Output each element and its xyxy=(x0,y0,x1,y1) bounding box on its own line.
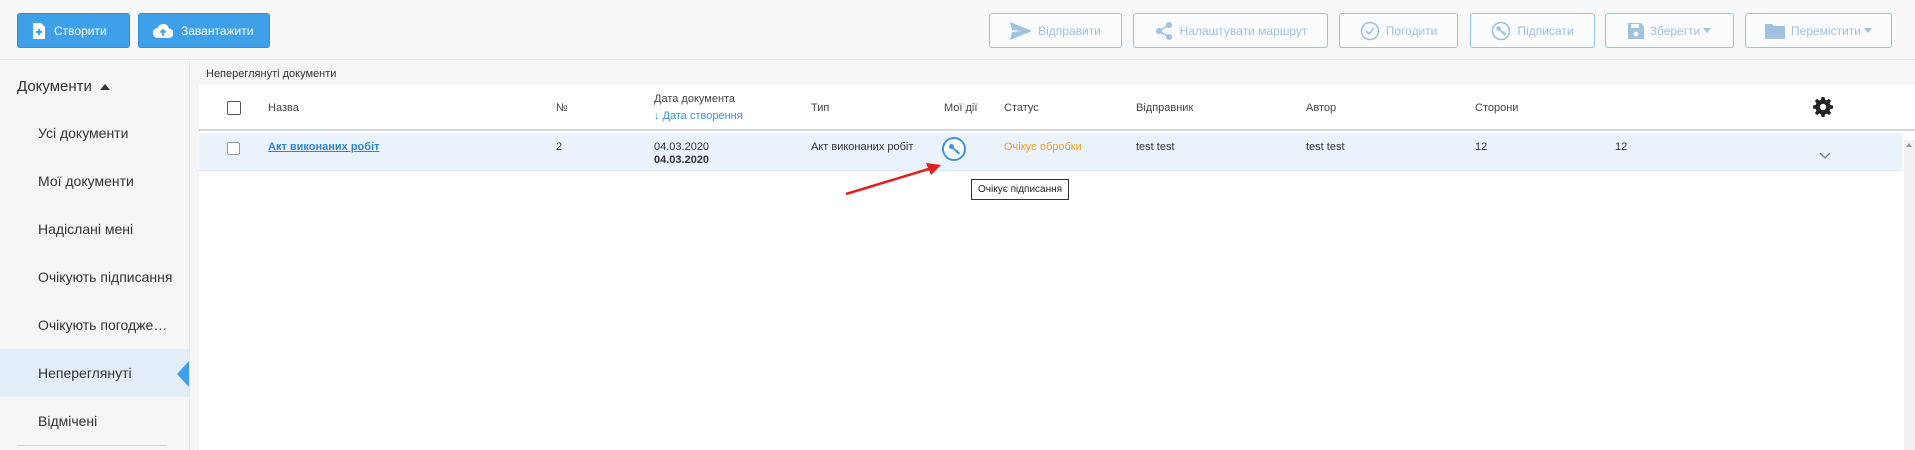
upload-button[interactable]: Завантажити xyxy=(138,13,270,48)
create-button[interactable]: Створити xyxy=(17,13,130,48)
check-circle-icon xyxy=(1360,21,1379,40)
sidebar-divider xyxy=(17,445,167,446)
vertical-scrollbar[interactable] xyxy=(1904,140,1915,450)
scroll-up-icon[interactable] xyxy=(1906,143,1912,147)
gear-icon[interactable] xyxy=(1813,97,1833,117)
sidebar: Документи Усі документи Мої документи На… xyxy=(0,61,190,450)
column-doc-date[interactable]: Дата документа xyxy=(654,93,735,105)
column-number[interactable]: № xyxy=(556,102,568,114)
upload-button-label: Завантажити xyxy=(181,23,254,38)
send-icon xyxy=(1010,21,1033,40)
sidebar-item-all-documents[interactable]: Усі документи xyxy=(0,109,189,157)
caret-up-icon xyxy=(99,83,110,90)
column-name[interactable]: Назва xyxy=(268,102,299,114)
sign-button[interactable]: Підписати xyxy=(1470,13,1595,48)
approve-button-label: Погодити xyxy=(1385,23,1438,38)
column-my-actions[interactable]: Мої дії xyxy=(944,102,977,114)
row-checkbox[interactable] xyxy=(227,142,240,155)
move-button[interactable]: Перемістити xyxy=(1745,13,1892,48)
column-author[interactable]: Автор xyxy=(1306,102,1336,114)
share-icon xyxy=(1155,21,1172,40)
sidebar-item-marked[interactable]: Відмічені xyxy=(0,397,189,445)
main-content: Непереглянуті документи Назва № Дата док… xyxy=(191,61,1915,450)
send-button[interactable]: Відправити xyxy=(989,13,1122,48)
sidebar-item-label: Очікують підписання xyxy=(38,269,173,285)
sidebar-item-awaiting-signature[interactable]: Очікують підписання xyxy=(0,253,189,301)
created-date: 04.03.2020 xyxy=(654,154,710,166)
sidebar-item-label: Очікують погодження xyxy=(38,317,173,333)
select-all-checkbox[interactable] xyxy=(227,101,241,115)
tooltip: Очікує підписання xyxy=(971,179,1070,200)
document-name-link[interactable]: Акт виконаних робіт xyxy=(268,141,380,153)
route-button-label: Налаштувати маршрут xyxy=(1179,23,1308,38)
create-button-label: Створити xyxy=(54,23,107,38)
column-status[interactable]: Статус xyxy=(1004,102,1039,114)
column-parties[interactable]: Сторони xyxy=(1475,102,1518,114)
save-icon xyxy=(1627,22,1644,39)
column-created-date[interactable]: ↓ Дата створення xyxy=(654,110,743,122)
column-type[interactable]: Тип xyxy=(811,102,829,114)
sidebar-item-my-documents[interactable]: Мої документи xyxy=(0,157,189,205)
folder-icon xyxy=(1765,23,1786,39)
author-name: test test xyxy=(1306,141,1345,153)
cloud-upload-icon xyxy=(153,23,173,38)
sender-name: test test xyxy=(1136,141,1175,153)
sidebar-item-sent-to-me[interactable]: Надіслані мені xyxy=(0,205,189,253)
move-caret-icon xyxy=(1863,28,1872,33)
sign-button-label: Підписати xyxy=(1517,23,1574,38)
breadcrumb: Непереглянуті документи xyxy=(206,68,337,80)
red-arrow-annotation xyxy=(845,163,941,196)
sidebar-heading-label: Документи xyxy=(17,78,92,95)
column-sender[interactable]: Відправник xyxy=(1136,102,1193,114)
document-type: Акт виконаних робіт xyxy=(811,141,914,153)
sidebar-item-label: Мої документи xyxy=(38,173,134,189)
sidebar-item-unviewed[interactable]: Непереглянуті xyxy=(0,349,189,397)
move-button-label: Перемістити xyxy=(1791,23,1861,38)
documents-table: Назва № Дата документа ↓ Дата створення … xyxy=(199,85,1915,450)
approve-button[interactable]: Погодити xyxy=(1339,13,1458,48)
sidebar-item-label: Надіслані мені xyxy=(38,221,134,237)
route-button[interactable]: Налаштувати маршрут xyxy=(1133,13,1328,48)
save-button[interactable]: Зберегти xyxy=(1605,13,1734,48)
save-button-label: Зберегти xyxy=(1649,23,1701,38)
file-plus-icon xyxy=(33,22,45,39)
sidebar-heading[interactable]: Документи xyxy=(17,78,110,95)
document-date: 04.03.2020 xyxy=(654,141,710,153)
party-2: 12 xyxy=(1615,141,1628,153)
party-1: 12 xyxy=(1475,141,1488,153)
sidebar-item-label: Усі документи xyxy=(38,125,129,141)
save-caret-icon xyxy=(1703,28,1712,33)
table-row[interactable]: Акт виконаних робіт 2 04.03.2020 04.03.2… xyxy=(199,133,1902,171)
active-indicator xyxy=(177,361,189,387)
document-number: 2 xyxy=(556,141,563,153)
chevron-down-icon[interactable] xyxy=(1819,152,1831,160)
toolbar: Створити Завантажити Відправити Налаштув… xyxy=(0,0,1915,60)
key-icon xyxy=(1492,21,1511,40)
table-header: Назва № Дата документа ↓ Дата створення … xyxy=(199,85,1915,131)
sidebar-item-label: Непереглянуті xyxy=(38,365,132,381)
sidebar-item-awaiting-approval[interactable]: Очікують погодження xyxy=(0,301,189,349)
sidebar-item-label: Відмічені xyxy=(38,413,98,429)
status-badge: Очікує обробки xyxy=(1004,141,1082,153)
send-button-label: Відправити xyxy=(1038,23,1101,38)
key-icon xyxy=(949,144,960,155)
